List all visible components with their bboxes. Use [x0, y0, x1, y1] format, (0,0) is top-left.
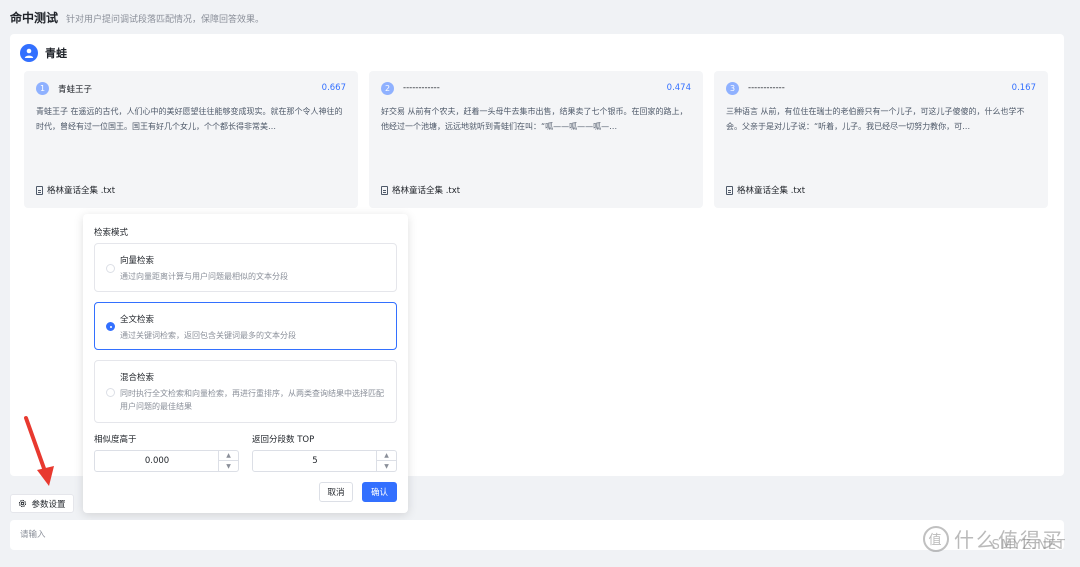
result-score: 0.167 [1011, 83, 1036, 93]
result-score: 0.667 [321, 83, 346, 93]
page-header: 命中测试 针对用户提问调试段落匹配情况，保障回答效果。 [10, 9, 264, 26]
topk-label: 返回分段数 TOP [252, 435, 315, 445]
chat-input[interactable] [20, 525, 1020, 545]
result-title: ------------ [748, 83, 785, 93]
annotation-arrow [24, 416, 54, 486]
result-content: 三种语言 从前，有位住在瑞士的老伯爵只有一个儿子，可这儿子傻傻的，什么也学不会。… [726, 107, 1025, 131]
document-icon [381, 185, 388, 195]
document-icon [36, 185, 43, 195]
result-score: 0.474 [666, 83, 691, 93]
page-title: 命中测试 [10, 11, 59, 25]
gear-icon [19, 499, 27, 508]
option-name: 全文检索 [120, 315, 155, 325]
result-content: 好交易 从前有个农夫，赶着一头母牛去集市出售，结果卖了七个银币。在回家的路上，他… [381, 107, 688, 131]
retrieval-settings-popover: 检索模式 向量检索 通过向量距离计算与用户问题最相似的文本分段 全文检索 通过关… [83, 214, 408, 513]
radio-vector-search[interactable] [106, 264, 115, 273]
topk-stepper[interactable]: ▲ ▼ [252, 450, 397, 472]
chevron-down-icon[interactable]: ▼ [219, 461, 238, 471]
result-content: 青蛙王子 在遥远的古代，人们心中的美好愿望往往能够变成现实。就在那个令人神往的时… [36, 107, 343, 131]
cancel-button[interactable]: 取消 [319, 482, 353, 502]
result-file-name: 格林童话全集 .txt [392, 186, 461, 196]
option-name: 混合检索 [120, 373, 155, 383]
result-file-name: 格林童话全集 .txt [47, 186, 116, 196]
chevron-up-icon[interactable]: ▲ [219, 451, 238, 461]
query-row: 青蛙 [20, 44, 67, 62]
user-icon [24, 48, 34, 58]
topk-input[interactable] [253, 451, 377, 471]
radio-fulltext-search[interactable] [106, 322, 115, 331]
result-card-3[interactable]: 3 ------------ 0.167 三种语言 从前，有位住在瑞士的老伯爵只… [714, 71, 1048, 208]
result-file: 格林童话全集 .txt [726, 184, 805, 196]
result-index: 3 [726, 82, 739, 95]
similarity-stepper-controls: ▲ ▼ [218, 451, 238, 471]
result-file-name: 格林童话全集 .txt [737, 186, 806, 196]
query-text: 青蛙 [45, 47, 67, 60]
watermark-sub: SMYZ.NET [991, 538, 1066, 553]
option-desc: 通过向量距离计算与用户问题最相似的文本分段 [120, 272, 288, 281]
page-subtitle: 针对用户提问调试段落匹配情况，保障回答效果。 [66, 15, 265, 25]
confirm-button[interactable]: 确认 [362, 482, 397, 502]
similarity-label: 相似度高于 [94, 435, 137, 445]
radio-hybrid-search[interactable] [106, 388, 115, 397]
chevron-down-icon[interactable]: ▼ [377, 461, 396, 471]
result-file: 格林童话全集 .txt [36, 184, 115, 196]
similarity-stepper[interactable]: ▲ ▼ [94, 450, 239, 472]
result-file: 格林童话全集 .txt [381, 184, 460, 196]
similarity-input[interactable] [95, 451, 219, 471]
document-icon [726, 185, 733, 195]
watermark-logo: 值 [923, 525, 949, 552]
result-index: 1 [36, 82, 49, 95]
result-card-2[interactable]: 2 ------------ 0.474 好交易 从前有个农夫，赶着一头母牛去集… [369, 71, 703, 208]
option-fulltext-search[interactable]: 全文检索 通过关键词检索，返回包含关键词最多的文本分段 [94, 302, 397, 350]
result-card-1[interactable]: 1 青蛙王子 0.667 青蛙王子 在遥远的古代，人们心中的美好愿望往往能够变成… [24, 71, 358, 208]
result-index: 2 [381, 82, 394, 95]
topk-stepper-controls: ▲ ▼ [376, 451, 396, 471]
option-name: 向量检索 [120, 256, 155, 266]
option-hybrid-search[interactable]: 混合检索 同时执行全文检索和向量检索，再进行重排序，从两类查询结果中选择匹配用户… [94, 360, 397, 423]
parameter-settings-button[interactable]: 参数设置 [10, 494, 74, 513]
option-desc: 通过关键词检索，返回包含关键词最多的文本分段 [120, 331, 296, 340]
result-title: ------------ [403, 83, 440, 93]
user-avatar [20, 44, 38, 62]
chevron-up-icon[interactable]: ▲ [377, 451, 396, 461]
option-vector-search[interactable]: 向量检索 通过向量距离计算与用户问题最相似的文本分段 [94, 243, 397, 292]
parameter-settings-label: 参数设置 [31, 499, 66, 510]
retrieval-mode-title: 检索模式 [94, 228, 129, 238]
chat-input-bar [10, 520, 1064, 550]
result-title: 青蛙王子 [58, 85, 93, 95]
option-desc: 同时执行全文检索和向量检索，再进行重排序，从两类查询结果中选择匹配用户问题的最佳… [120, 389, 384, 411]
